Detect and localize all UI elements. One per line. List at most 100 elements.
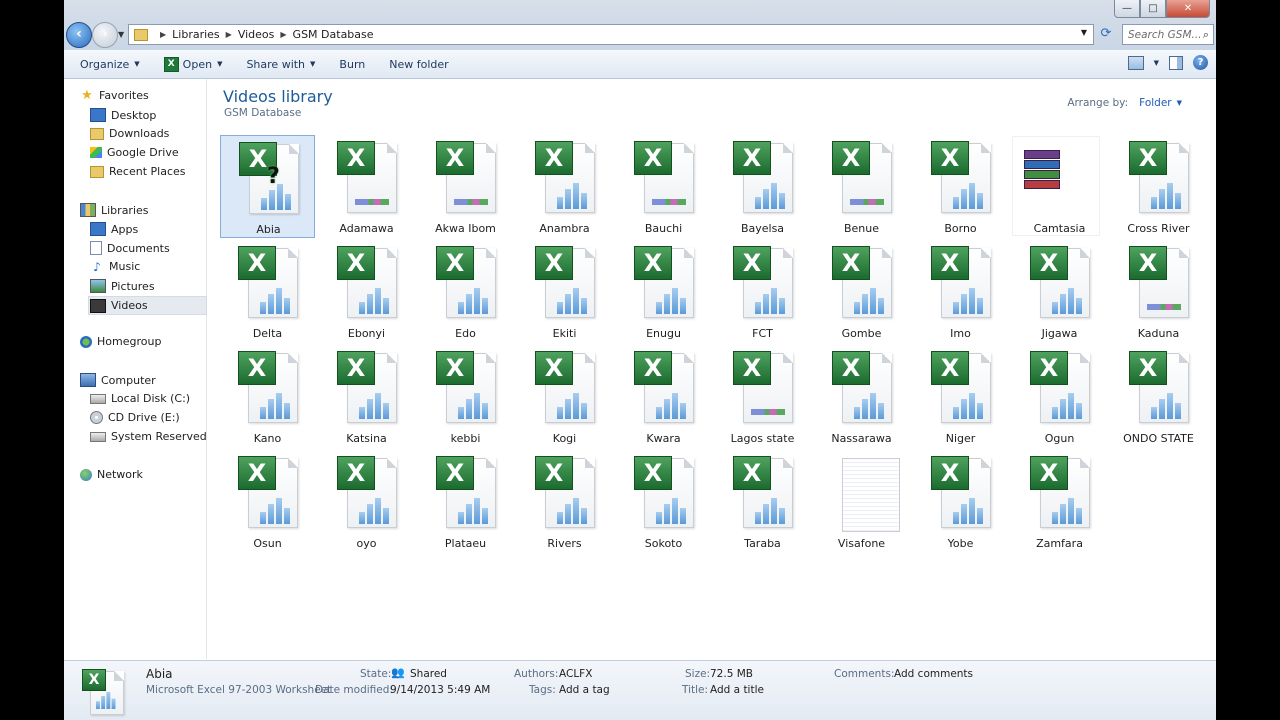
file-name-label: Cross River: [1127, 222, 1190, 235]
share-with-button[interactable]: Share with ▼: [238, 52, 323, 76]
file-item[interactable]: X Anambra: [517, 135, 612, 238]
nav-computer[interactable]: Computer: [80, 373, 156, 387]
nav-apps[interactable]: Apps: [90, 222, 138, 236]
minimize-button[interactable]: —: [1114, 0, 1140, 18]
file-item[interactable]: X Kogi: [517, 345, 612, 448]
pictures-icon: [90, 279, 106, 293]
file-item[interactable]: X Niger: [913, 345, 1008, 448]
refresh-icon[interactable]: ⟳: [1096, 24, 1116, 43]
file-item[interactable]: X Gombe: [814, 240, 909, 343]
breadcrumb-videos[interactable]: Videos ▶: [238, 28, 293, 41]
file-item[interactable]: X Delta: [220, 240, 315, 343]
file-item[interactable]: X Imo: [913, 240, 1008, 343]
file-item[interactable]: X? Abia: [220, 135, 315, 238]
search-icon[interactable]: ⌕: [1203, 28, 1213, 42]
comments-field[interactable]: Add comments: [894, 668, 973, 680]
maximize-button[interactable]: □: [1140, 0, 1166, 18]
view-options-chevron-icon[interactable]: ▼: [1154, 59, 1159, 67]
excel-file-icon: X: [436, 246, 496, 320]
file-item[interactable]: X Taraba: [715, 450, 810, 553]
nav-local-disk[interactable]: Local Disk (C:): [90, 392, 190, 405]
chevron-down-icon[interactable]: ▼: [1177, 99, 1182, 107]
file-item[interactable]: X Kano: [220, 345, 315, 448]
nav-pictures[interactable]: Pictures: [90, 279, 155, 293]
preview-pane-icon[interactable]: [1169, 55, 1183, 70]
title-field[interactable]: Add a title: [710, 684, 764, 696]
hard-disk-icon: [90, 393, 106, 404]
file-item[interactable]: X Nassarawa: [814, 345, 909, 448]
close-button[interactable]: ✕: [1166, 0, 1210, 18]
open-button[interactable]: X Open ▼: [156, 52, 231, 76]
file-item[interactable]: X Borno: [913, 135, 1008, 238]
file-item[interactable]: X Jigawa: [1012, 240, 1107, 343]
file-item[interactable]: X Cross River: [1111, 135, 1206, 238]
breadcrumb-gsm-database[interactable]: GSM Database: [293, 28, 374, 41]
file-item[interactable]: X Enugu: [616, 240, 711, 343]
file-item[interactable]: X Rivers: [517, 450, 612, 553]
file-item[interactable]: X Kaduna: [1111, 240, 1206, 343]
file-item[interactable]: Camtasia: [1012, 135, 1107, 238]
burn-button[interactable]: Burn: [331, 52, 373, 76]
cd-drive-icon: [90, 411, 103, 424]
nav-music[interactable]: ♪ Music: [90, 260, 140, 273]
help-icon[interactable]: ?: [1193, 55, 1208, 70]
change-view-icon[interactable]: [1127, 55, 1144, 70]
file-item[interactable]: X ONDO STATE: [1111, 345, 1206, 448]
search-input[interactable]: Search GSM... ⌕: [1122, 24, 1214, 45]
file-item[interactable]: X Yobe: [913, 450, 1008, 553]
back-button[interactable]: ‹: [66, 22, 92, 48]
excel-file-icon: X: [634, 141, 694, 215]
nav-downloads[interactable]: Downloads: [90, 127, 169, 140]
forward-button[interactable]: ›: [92, 22, 118, 48]
file-item[interactable]: X Katsina: [319, 345, 414, 448]
file-item[interactable]: X Osun: [220, 450, 315, 553]
nav-videos[interactable]: Videos: [88, 296, 207, 315]
file-item[interactable]: Xkebbi: [418, 345, 513, 448]
library-title: Videos library: [223, 87, 333, 106]
breadcrumb-separator-icon[interactable]: ▶: [160, 30, 166, 39]
file-item[interactable]: X Ogun: [1012, 345, 1107, 448]
nav-network[interactable]: Network: [80, 468, 143, 481]
recent-pages-dropdown[interactable]: ▼: [118, 30, 124, 39]
file-item[interactable]: X Plataeu: [418, 450, 513, 553]
nav-favorites[interactable]: ★ Favorites: [80, 89, 149, 103]
file-item[interactable]: Visafone: [814, 450, 909, 553]
new-folder-button[interactable]: New folder: [381, 52, 456, 76]
nav-homegroup[interactable]: Homegroup: [80, 335, 161, 348]
tags-field[interactable]: Add a tag: [559, 684, 610, 696]
file-name-label: Rivers: [547, 537, 582, 550]
nav-libraries[interactable]: Libraries: [80, 203, 149, 217]
file-item[interactable]: X Edo: [418, 240, 513, 343]
nav-google-drive[interactable]: Google Drive: [90, 146, 179, 159]
file-item[interactable]: X Benue: [814, 135, 909, 238]
folder-icon: [134, 28, 148, 41]
nav-desktop[interactable]: Desktop: [90, 108, 156, 122]
excel-file-icon: X: [733, 456, 793, 530]
file-name-label: Adamawa: [339, 222, 394, 235]
file-item[interactable]: X Sokoto: [616, 450, 711, 553]
authors-value[interactable]: ACLFX: [559, 668, 592, 680]
file-item[interactable]: X Zamfara: [1012, 450, 1107, 553]
nav-documents[interactable]: Documents: [90, 241, 170, 255]
file-item[interactable]: X Ebonyi: [319, 240, 414, 343]
excel-file-icon: X: [337, 456, 397, 530]
file-item[interactable]: X Bayelsa: [715, 135, 810, 238]
file-item[interactable]: X Bauchi: [616, 135, 711, 238]
nav-cd-drive[interactable]: CD Drive (E:): [90, 411, 180, 424]
file-item[interactable]: X FCT: [715, 240, 810, 343]
organize-button[interactable]: Organize ▼: [72, 52, 148, 76]
arrange-by-dropdown[interactable]: Folder: [1139, 97, 1171, 109]
breadcrumb-separator-icon[interactable]: ▶: [280, 30, 286, 39]
file-item[interactable]: X Akwa Ibom: [418, 135, 513, 238]
explorer-window: — □ ✕ ‹ › ▼ ▶ Libraries ▶ Videos ▶ GSM Dat…: [64, 0, 1216, 720]
breadcrumb-libraries[interactable]: Libraries ▶: [172, 28, 238, 41]
nav-recent-places[interactable]: Recent Places: [90, 165, 186, 178]
breadcrumb-separator-icon[interactable]: ▶: [226, 30, 232, 39]
file-item[interactable]: X Lagos state: [715, 345, 810, 448]
file-item[interactable]: X Adamawa: [319, 135, 414, 238]
file-item[interactable]: X Kwara: [616, 345, 711, 448]
file-item[interactable]: Xoyo: [319, 450, 414, 553]
file-item[interactable]: X Ekiti: [517, 240, 612, 343]
address-bar[interactable]: ▶ Libraries ▶ Videos ▶ GSM Database ▼: [128, 24, 1094, 45]
address-dropdown-icon[interactable]: ▼: [1081, 28, 1087, 37]
